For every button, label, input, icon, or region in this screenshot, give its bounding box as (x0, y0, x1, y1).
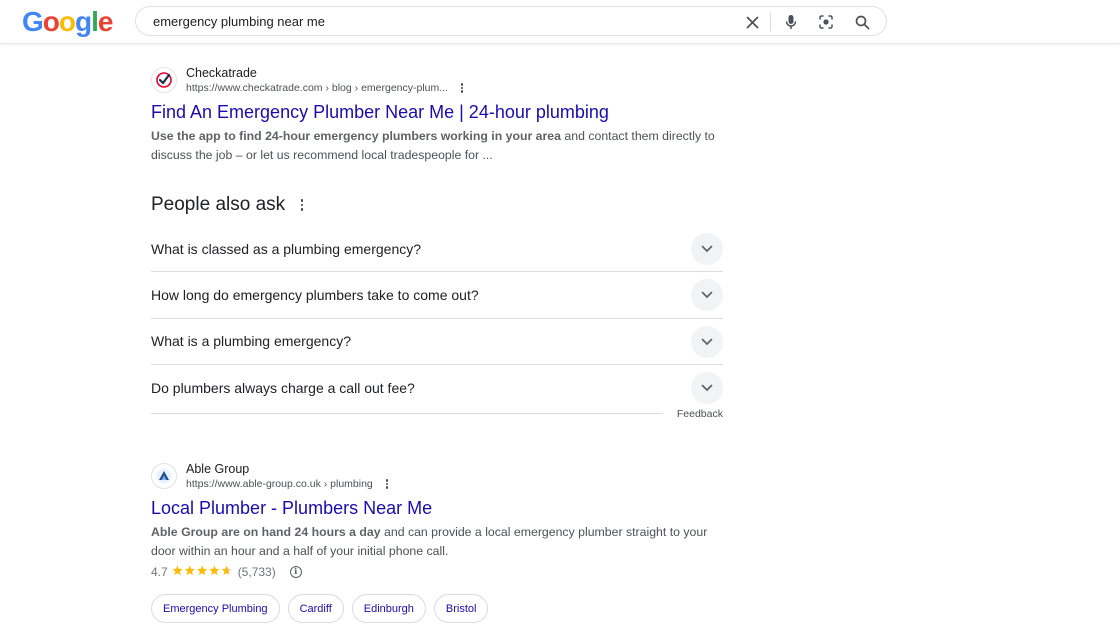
able-group-favicon (151, 463, 177, 489)
paa-question[interactable]: How long do emergency plumbers take to c… (151, 272, 723, 319)
star-rating (172, 565, 234, 579)
logo-letter-l: l (91, 6, 99, 37)
chevron-down-icon[interactable] (691, 279, 723, 312)
paa-list: What is classed as a plumbing emergency?… (151, 226, 723, 411)
site-url: https://www.able-group.co.uk › plumbing (186, 478, 373, 490)
paa-question-text: Do plumbers always charge a call out fee… (151, 380, 415, 397)
logo-letter-o2: o (58, 6, 76, 37)
search-input[interactable]: emergency plumbing near me (153, 14, 325, 29)
chevron-down-icon[interactable] (691, 371, 723, 404)
people-also-ask: People also ask What is classed as a plu… (151, 192, 723, 420)
logo-letter-o1: o (42, 6, 60, 37)
paa-question-text: How long do emergency plumbers take to c… (151, 286, 479, 303)
logo-letter-g2: g (75, 6, 92, 37)
result-title-link[interactable]: Local Plumber - Plumbers Near Me (151, 498, 726, 519)
paa-question[interactable]: What is a plumbing emergency? (151, 319, 723, 365)
header-bar: Google emergency plumbing near me (0, 0, 1120, 44)
paa-question[interactable]: Do plumbers always charge a call out fee… (151, 365, 723, 411)
chevron-down-icon[interactable] (691, 325, 723, 358)
star-icon (221, 565, 232, 576)
chip-bristol[interactable]: Bristol (433, 594, 489, 623)
search-result-able-group: Able Group https://www.able-group.co.uk … (151, 462, 726, 623)
site-name: Able Group (186, 462, 250, 476)
search-result-checkatrade: Checkatrade https://www.checkatrade.com … (151, 66, 726, 165)
star-icon (196, 565, 207, 576)
logo-letter-e: e (97, 6, 114, 37)
snippet-bold: Able Group are on hand 24 hours a day (151, 525, 381, 539)
info-icon[interactable]: i (289, 566, 302, 578)
rating-count: (5,733) (237, 565, 276, 579)
logo-letter-g: G (22, 6, 44, 37)
clear-icon[interactable] (742, 12, 762, 32)
result-snippet: Use the app to find 24-hour emergency pl… (151, 127, 726, 165)
site-info[interactable]: Able Group https://www.able-group.co.uk … (151, 462, 726, 497)
site-url: https://www.checkatrade.com › blog › eme… (186, 82, 449, 94)
result-snippet: Able Group are on hand 24 hours a day an… (151, 523, 726, 561)
chip-cardiff[interactable]: Cardiff (287, 594, 344, 623)
feedback-link[interactable]: Feedback (677, 408, 723, 420)
paa-heading: People also ask (151, 194, 286, 215)
checkatrade-favicon (151, 67, 177, 93)
google-logo[interactable]: Google (22, 6, 114, 37)
paa-more-options-icon[interactable] (298, 199, 306, 211)
chevron-down-icon[interactable] (691, 233, 723, 265)
star-icon (172, 565, 183, 576)
search-icon[interactable] (852, 12, 872, 32)
star-icon (184, 565, 195, 576)
sitelink-chips: Emergency Plumbing Cardiff Edinburgh Bri… (151, 594, 726, 623)
paa-question-text: What is a plumbing emergency? (151, 333, 351, 350)
paa-divider (151, 413, 663, 414)
rating-row: 4.7 (5,733) i (151, 562, 726, 582)
site-info[interactable]: Checkatrade https://www.checkatrade.com … (151, 66, 726, 101)
more-options-icon[interactable] (457, 81, 467, 95)
search-box[interactable]: emergency plumbing near me (135, 6, 887, 36)
chip-emergency-plumbing[interactable]: Emergency Plumbing (151, 594, 280, 623)
paa-question[interactable]: What is classed as a plumbing emergency? (151, 226, 723, 273)
rating-value: 4.7 (151, 565, 168, 579)
paa-question-text: What is classed as a plumbing emergency? (151, 240, 422, 257)
search-divider (770, 13, 771, 31)
snippet-bold: Use the app to find 24-hour emergency pl… (151, 129, 561, 143)
more-options-icon[interactable] (382, 477, 392, 491)
star-icon (209, 565, 220, 576)
result-title-link[interactable]: Find An Emergency Plumber Near Me | 24-h… (151, 102, 726, 123)
site-name: Checkatrade (186, 66, 257, 80)
chip-edinburgh[interactable]: Edinburgh (351, 594, 426, 623)
microphone-icon[interactable] (781, 12, 801, 32)
camera-lens-icon[interactable] (816, 12, 836, 32)
